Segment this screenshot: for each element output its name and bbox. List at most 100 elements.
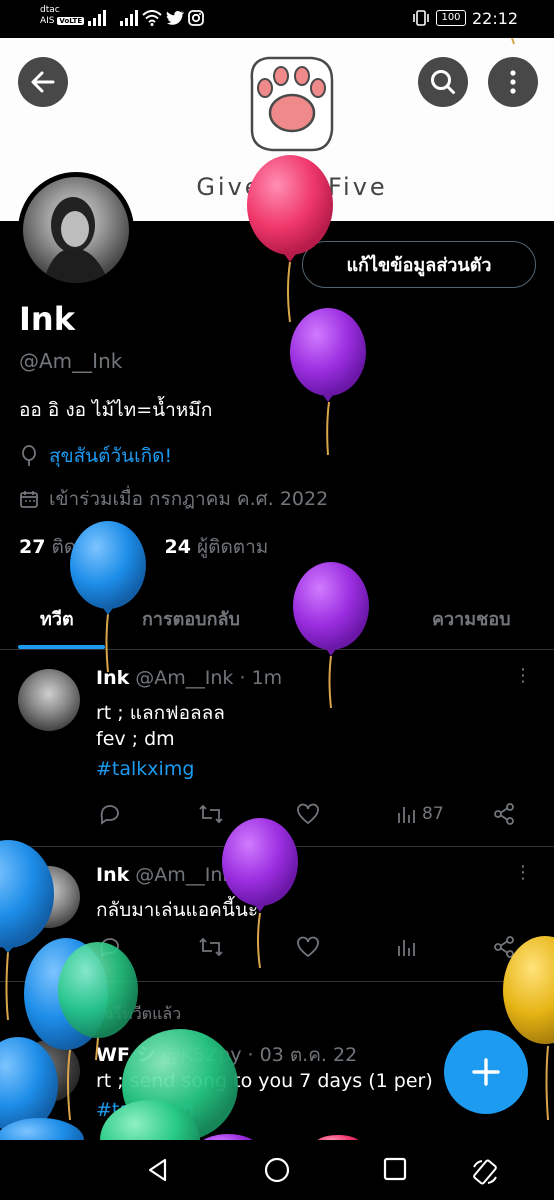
calendar-icon — [20, 491, 38, 508]
battery-icon: 100 — [436, 10, 466, 26]
like-button[interactable] — [296, 936, 320, 958]
vibrate-icon — [413, 10, 429, 26]
follow-stats: 27 ติดตามอยู่ 24 ผู้ติดตาม — [19, 532, 268, 562]
joined-date: เข้าร่วมเมื่อ กรกฎาคม ค.ศ. 2022 — [49, 488, 329, 510]
birthday-link[interactable]: สุขสันต์วันเกิด! — [49, 441, 172, 471]
display-name: Ink — [19, 300, 75, 338]
tweet-actions — [96, 936, 526, 966]
tweet-text-line: rt ; send song to you 7 days (1 per) — [96, 1070, 433, 1092]
tweet-actions: 87 — [96, 803, 526, 833]
volte-badge: VoLTE — [57, 17, 85, 25]
reply-icon — [100, 805, 119, 825]
retweet-icon — [57, 1006, 77, 1023]
views-count: 87 — [422, 804, 444, 824]
share-icon — [494, 803, 514, 825]
back-button[interactable] — [18, 57, 68, 107]
avatar[interactable] — [18, 866, 80, 928]
tweet[interactable]: Ink @Am__Ink · 1m ⋮ rt ; แลกฟอลลล fev ; … — [0, 651, 554, 847]
retweeted-indicator: คุณรีทวีตแล้ว — [56, 1002, 181, 1027]
heart-icon — [297, 936, 319, 958]
system-navigation-bar — [0, 1140, 554, 1200]
more-vertical-icon — [510, 70, 516, 94]
clock: 22:12 — [472, 9, 519, 28]
followers-label: ผู้ติดตาม — [196, 536, 269, 558]
tweet-more-icon[interactable]: ⋮ — [514, 862, 532, 883]
search-button[interactable] — [418, 57, 468, 107]
share-button[interactable] — [492, 936, 516, 958]
balloon-icon — [22, 445, 36, 466]
avatar[interactable] — [18, 669, 80, 731]
tweet-time: 1m — [251, 667, 283, 689]
carrier-2: AIS — [40, 16, 55, 26]
search-icon — [431, 70, 455, 94]
author-name: WF シ — [96, 1044, 156, 1066]
views-button[interactable]: 87 — [396, 803, 444, 825]
tweet-more-icon[interactable]: ⋮ — [514, 665, 532, 686]
author-name: Ink — [96, 667, 130, 689]
reply-button[interactable] — [98, 803, 122, 825]
author-handle: @Am__Ink — [135, 864, 234, 886]
tweet-text-line: fev ; dm — [96, 728, 175, 750]
recents-square-icon[interactable] — [383, 1157, 407, 1181]
reply-button[interactable] — [98, 936, 122, 958]
edit-profile-button[interactable]: แก้ไขข้อมูลส่วนตัว — [302, 241, 536, 288]
carrier-1: dtac — [40, 5, 60, 15]
back-triangle-icon[interactable] — [145, 1157, 171, 1183]
reply-icon — [100, 938, 119, 958]
compose-tweet-button[interactable] — [444, 1030, 528, 1114]
tab-replies[interactable]: การตอบกลับ — [142, 604, 240, 633]
following-count: 27 — [19, 536, 46, 558]
retweet-icon — [199, 804, 223, 824]
retweet-button[interactable] — [198, 803, 224, 825]
following-link[interactable]: 27 ติดตามอยู่ — [19, 536, 134, 558]
joined-row: เข้าร่วมเมื่อ กรกฎาคม ค.ศ. 2022 — [19, 484, 328, 514]
author-handle: @Am__Ink — [135, 667, 234, 689]
tweet-header: Ink @Am__Ink · 2m — [96, 864, 283, 886]
signal-icon — [120, 10, 138, 26]
author-name: Ink — [96, 864, 130, 886]
views-button[interactable] — [396, 936, 418, 958]
like-button[interactable] — [296, 803, 320, 825]
active-tab-indicator — [18, 645, 105, 649]
following-label: ติดตามอยู่ — [51, 536, 135, 558]
share-icon — [494, 936, 514, 958]
retweeted-label: คุณรีทวีตแล้ว — [88, 1004, 182, 1023]
profile-tabs: ทวีต การตอบกลับ สื่อ ความชอบ — [0, 590, 554, 650]
profile-bio: ออ อิ งอ ไม้ไท=น้ำหมึก — [19, 399, 213, 421]
avatar-photo — [43, 197, 109, 283]
more-options-button[interactable] — [488, 57, 538, 107]
hashtag-link[interactable]: #talkximg — [96, 758, 194, 780]
tab-likes[interactable]: ความชอบ — [432, 604, 511, 633]
tweet[interactable]: Ink @Am__Ink · 2m ⋮ กลับมาเล่นแอคนี้นะ — [0, 848, 554, 982]
retweet-icon — [199, 937, 223, 957]
tweet-time: 03 ต.ค. 22 — [259, 1044, 358, 1066]
wifi-icon — [142, 10, 162, 26]
avatar[interactable] — [18, 1040, 80, 1102]
birthday-row: สุขสันต์วันเกิด! — [19, 441, 172, 471]
followers-link[interactable]: 24 ผู้ติดตาม — [164, 536, 268, 558]
banner-text: Give me Five — [196, 173, 387, 201]
profile-handle: @Am__Ink — [19, 349, 123, 373]
share-button[interactable] — [492, 803, 516, 825]
home-circle-icon[interactable] — [264, 1157, 290, 1183]
tweet-time: 2m — [251, 864, 283, 886]
bar-chart-icon — [398, 807, 415, 823]
retweet-button[interactable] — [198, 936, 224, 958]
profile-avatar[interactable] — [18, 172, 134, 288]
tweet-header: Ink @Am__Ink · 1m — [96, 667, 283, 689]
plus-icon — [472, 1058, 500, 1086]
bar-chart-icon — [398, 940, 415, 956]
hashtag-link[interactable]: #talkximg — [96, 1099, 194, 1121]
signal-icon — [88, 10, 106, 26]
rotate-screen-icon[interactable] — [470, 1157, 500, 1187]
tweet-text-line: rt ; แลกฟอลลล — [96, 702, 225, 724]
instagram-icon — [188, 10, 204, 26]
followers-count: 24 — [164, 536, 191, 558]
twitter-bird-icon — [166, 11, 184, 25]
heart-icon — [297, 803, 319, 825]
tab-media[interactable]: สื่อ — [338, 604, 360, 633]
author-handle: @K5Zpy — [161, 1044, 242, 1066]
back-arrow-icon — [31, 71, 55, 93]
balloon — [290, 308, 366, 456]
tab-tweets[interactable]: ทวีต — [40, 604, 74, 633]
